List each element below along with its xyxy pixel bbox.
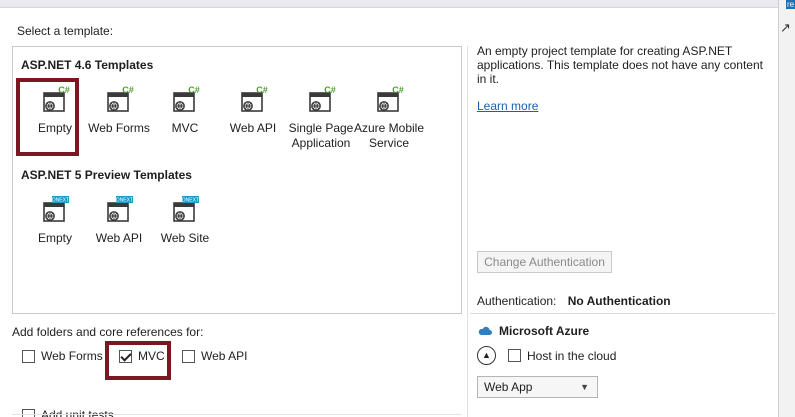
aspnet-csharp-project-icon: C#: [309, 85, 336, 112]
template-label: Single Page Application: [288, 121, 354, 150]
hosting-type-select[interactable]: Web App ▼: [477, 376, 598, 398]
checkbox-box[interactable]: [22, 349, 35, 363]
template-tile-empty[interactable]: C# Empty: [19, 85, 91, 136]
aspnet-5-project-icon: DNEXT: [43, 196, 69, 222]
template-tile-mvc[interactable]: C# MVC: [149, 85, 221, 136]
section-divider: [12, 414, 462, 415]
template-label: Empty: [37, 121, 72, 135]
hosting-type-value: Web App: [484, 380, 533, 394]
authentication-label: Authentication:: [477, 294, 557, 308]
svg-text:C#: C#: [58, 85, 70, 95]
template-label: Azure Mobile Service: [353, 121, 425, 150]
select-template-label: Select a template:: [17, 24, 114, 38]
azure-divider: [470, 313, 775, 314]
learn-more-link[interactable]: Learn more: [477, 99, 538, 113]
change-authentication-button[interactable]: Change Authentication: [477, 251, 612, 273]
checkbox-box[interactable]: [22, 408, 35, 417]
azure-title: Microsoft Azure: [499, 324, 590, 338]
template-tile-single-page-application[interactable]: C# Single Page Application: [285, 85, 357, 151]
host-in-cloud-label: Host in the cloud: [527, 348, 617, 363]
checkbox-label: Add unit tests: [41, 408, 114, 417]
svg-text:C#: C#: [188, 85, 200, 95]
template-label: Web Site: [160, 231, 210, 245]
checkbox-web-forms[interactable]: Web Forms: [22, 349, 103, 363]
authentication-row: Authentication: No Authentication: [477, 294, 671, 308]
collapse-chevron-up-icon[interactable]: ▲: [477, 346, 496, 365]
checkbox-box[interactable]: [182, 349, 195, 363]
template-label: Web API: [95, 231, 143, 245]
template-label: Web API: [229, 121, 277, 135]
aspnet-csharp-project-icon: C#: [43, 85, 70, 112]
template-description: An empty project template for creating A…: [477, 44, 763, 86]
host-in-cloud-row: ▲ Host in the cloud: [477, 346, 616, 365]
template-tile-web-site[interactable]: DNEXT Web Site: [149, 195, 221, 246]
host-in-cloud-checkbox[interactable]: [508, 349, 521, 362]
aspnet-csharp-project-icon: C#: [377, 85, 404, 112]
core-references-label: Add folders and core references for:: [12, 325, 204, 339]
azure-header: Microsoft Azure: [477, 324, 589, 338]
edge-tab[interactable]: re: [786, 0, 795, 9]
svg-text:C#: C#: [392, 85, 404, 95]
chevron-down-icon: ▼: [580, 382, 589, 392]
aspnet-5-project-icon: DNEXT: [107, 196, 133, 222]
template-tile-web-forms[interactable]: C# Web Forms: [83, 85, 155, 136]
svg-text:C#: C#: [256, 85, 268, 95]
group-title-aspnet46: ASP.NET 4.6 Templates: [21, 58, 154, 72]
checkbox-label: Web Forms: [41, 349, 103, 363]
authentication-value: No Authentication: [567, 294, 671, 308]
dialog-top-strip: [0, 0, 795, 8]
aspnet-csharp-project-icon: C#: [107, 85, 134, 112]
template-list: ASP.NET 4.6 Templates C# Empty C# Web Forms…: [12, 46, 462, 314]
checkbox-label: Web API: [201, 349, 248, 363]
svg-text:DNEXT: DNEXT: [182, 198, 199, 204]
right-edge-panel: [778, 0, 795, 417]
resize-arrow-icon: ↗: [780, 20, 791, 35]
template-tile-empty[interactable]: DNEXT Empty: [19, 195, 91, 246]
svg-text:DNEXT: DNEXT: [52, 198, 69, 204]
template-label: Web Forms: [88, 121, 150, 135]
mvc-checkbox-highlight: [105, 341, 171, 380]
svg-text:C#: C#: [122, 85, 134, 95]
template-tile-azure-mobile-service[interactable]: C# Azure Mobile Service: [353, 85, 425, 151]
group-title-aspnet5: ASP.NET 5 Preview Templates: [21, 168, 192, 182]
checkbox-unit-tests[interactable]: Add unit tests: [22, 408, 114, 417]
azure-cloud-icon: [478, 326, 492, 335]
panel-divider: [467, 46, 468, 417]
svg-text:C#: C#: [324, 85, 336, 95]
template-tile-web-api[interactable]: DNEXT Web API: [83, 195, 155, 246]
svg-text:DNEXT: DNEXT: [116, 198, 133, 204]
checkbox-web-api[interactable]: Web API: [182, 349, 247, 363]
template-label: MVC: [171, 121, 199, 135]
aspnet-csharp-project-icon: C#: [173, 85, 200, 112]
aspnet-5-project-icon: DNEXT: [173, 196, 199, 222]
template-label: Empty: [37, 231, 72, 245]
aspnet-csharp-project-icon: C#: [241, 85, 268, 112]
template-tile-web-api[interactable]: C# Web API: [217, 85, 289, 136]
